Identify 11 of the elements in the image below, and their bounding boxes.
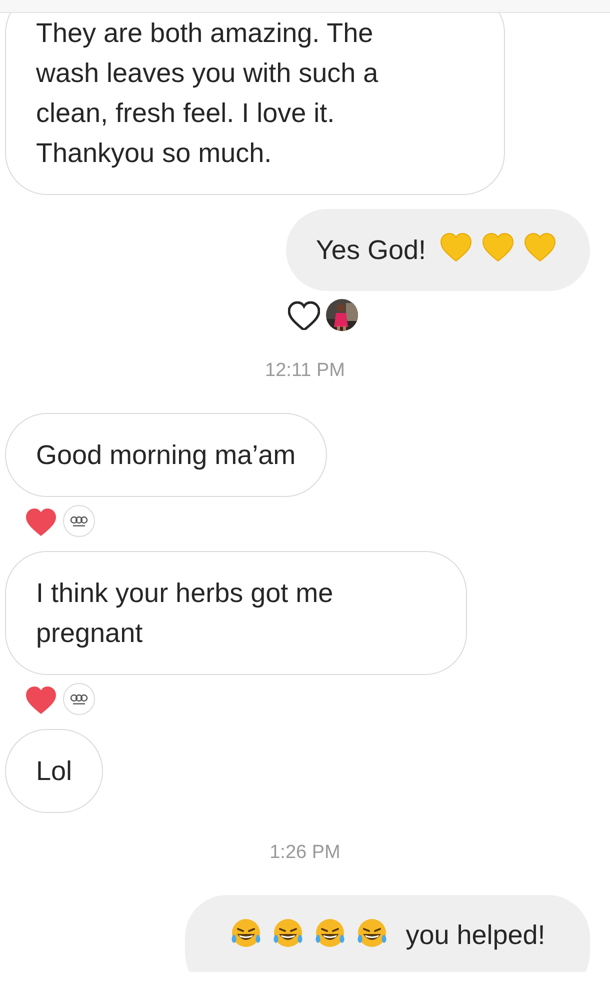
- logo-icon: [63, 505, 95, 537]
- timestamp: 12:11 PM: [265, 360, 345, 382]
- message-text: Good morning ma’am: [36, 439, 296, 472]
- message-text: I think your herbs got me pregnant: [36, 577, 334, 650]
- message-text: you helped!: [406, 919, 546, 952]
- message-text: Yes God!: [316, 234, 426, 267]
- logo-icon: [63, 683, 95, 715]
- timestamp: 1:26 PM: [270, 842, 340, 864]
- heart-icon[interactable]: [288, 300, 320, 330]
- message-text: They are both amazing. The wash leaves you with such a clean, fresh feel. I love it. Thankyou so much.: [36, 17, 380, 170]
- message-text: Lol: [36, 755, 72, 788]
